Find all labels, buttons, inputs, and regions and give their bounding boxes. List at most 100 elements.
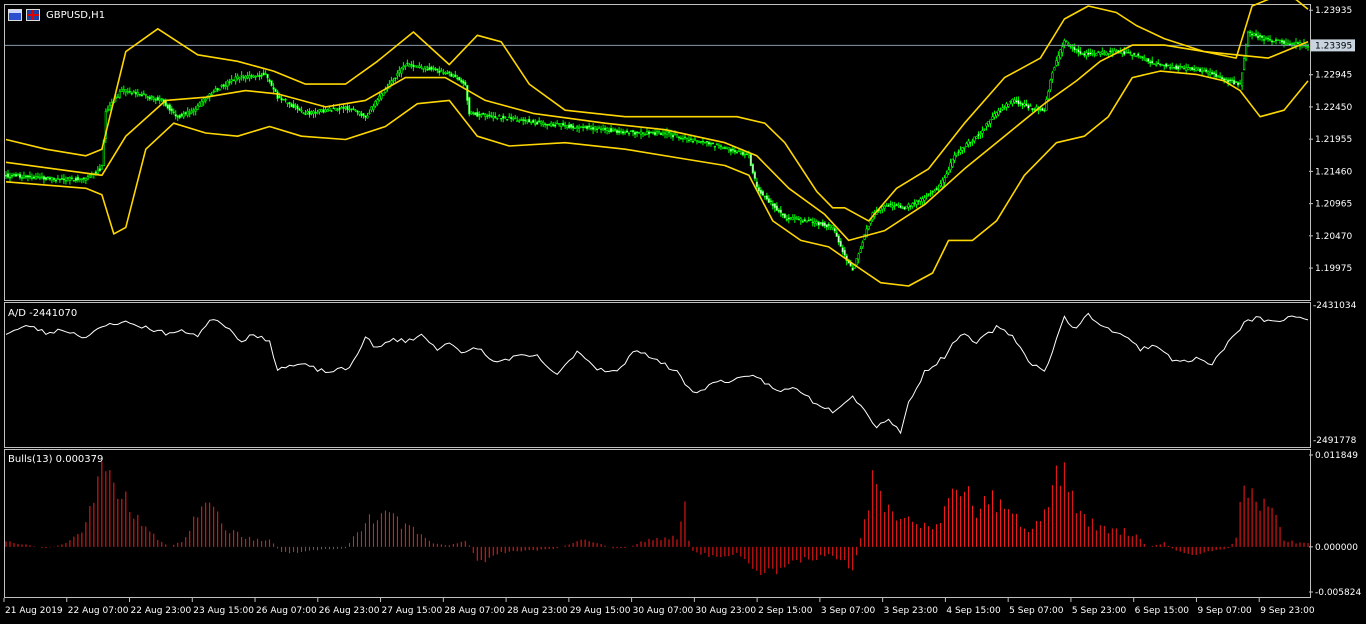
candle-body [498,115,501,117]
candle-body [617,130,621,134]
candle-body [550,122,553,127]
candle-body [464,81,467,86]
candle-body [210,93,213,96]
candle-body [1189,67,1192,69]
candle-body [1073,46,1076,51]
candle-body [1061,46,1064,53]
candle-body [911,203,914,207]
candle-body [180,113,183,117]
candle-body [22,175,26,179]
candle-body [64,180,68,182]
candle-body [1181,66,1184,68]
candle-body [689,138,693,140]
candle-body [615,129,619,134]
candle-body [943,177,946,183]
candle-body [362,113,365,116]
candle-body [168,104,171,111]
candle-body [745,153,748,155]
candle-body [1129,52,1132,54]
candle-body [186,110,189,116]
candle-body [889,203,892,205]
candle-body [1147,58,1150,62]
candle-body [1123,50,1126,55]
candle-body [987,121,990,126]
candle-body [983,128,986,130]
candle-body [1007,103,1010,107]
candle-body [348,109,351,111]
candle-body [1089,52,1092,55]
candle-body [1205,69,1208,72]
candle-body [578,126,581,129]
candle-body [254,76,257,78]
candle-body [593,126,597,130]
candle-body [236,75,239,80]
candle-body [382,92,385,96]
candle-body [947,169,950,174]
candle-body [785,219,788,221]
candle-body [502,115,505,119]
candle-body [272,87,275,90]
candle-body [308,111,311,115]
candle-body [1272,40,1276,43]
candle-body [532,119,535,123]
chart-canvas[interactable]: 1.23935 1.22945 1.22450 1.21955 1.21460 1.209… [0,0,1366,620]
candle-body [649,131,653,134]
candle-body [530,121,533,124]
candle-body [52,178,56,180]
candle-body [1041,107,1044,111]
candle-body [262,72,265,76]
candle-body [1015,100,1018,103]
candle-body [715,143,719,146]
candle-body [1237,82,1240,86]
candle-body [985,123,988,127]
candle-body [44,177,48,180]
candle-body [901,207,904,209]
candle-body [939,183,942,186]
candle-body [192,109,195,112]
chart-window[interactable]: 1.23935 1.22945 1.22450 1.21955 1.21460 1.209… [0,0,1366,620]
candle-body [831,225,834,229]
candle-body [376,99,379,105]
candle-body [1099,52,1102,55]
candle-body [160,98,163,100]
candle-body [62,178,66,181]
candle-body [410,63,413,66]
current-price-label: 1.23395 [1315,41,1352,51]
candle-body [72,180,75,182]
candle-body [1270,40,1274,43]
candle-body [354,109,357,112]
time-tick-label: 21 Aug 2019 [5,606,63,616]
candle-body [78,178,81,180]
candle-body [576,126,579,128]
candle-body [641,132,645,134]
time-tick-label: 28 Aug 23:00 [507,606,568,616]
candle-body [378,95,381,101]
candle-body [34,176,38,180]
candle-body [1081,53,1084,55]
candle-body [755,181,758,188]
candle-body [584,126,587,128]
candle-body [1229,79,1232,82]
candle-body [572,125,575,129]
candle-body [482,112,485,115]
candle-body [290,103,293,108]
candle-body [653,131,657,136]
candle-body [951,158,954,167]
candle-body [953,154,956,161]
candle-body [843,249,846,256]
time-tick-label: 5 Sep 23:00 [1072,606,1127,616]
candle-body [1191,67,1194,71]
candle-body [100,165,103,170]
candle-body [226,80,229,87]
candle-body [1193,68,1196,71]
candle-body [434,68,437,71]
candle-body [1241,72,1244,87]
candle-body [430,66,433,70]
candle-body [1133,52,1136,55]
candle-body [591,127,595,130]
candle-body [60,178,64,180]
candle-body [811,221,814,224]
candle-body [1161,64,1164,66]
candle-body [999,110,1002,113]
candle-body [156,97,159,101]
